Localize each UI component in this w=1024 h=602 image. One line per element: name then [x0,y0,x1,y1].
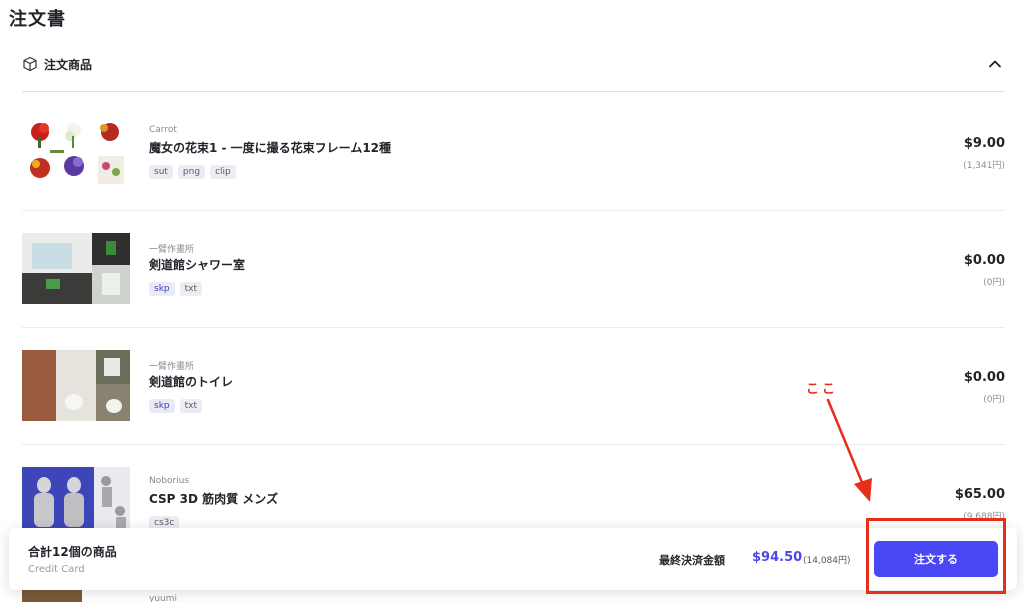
final-amount-yen: (14,084円) [803,556,851,566]
product-thumbnail[interactable] [22,233,130,304]
file-format-tag: skp [149,399,175,413]
file-format-tags: skp txt [149,399,203,413]
item-price: $0.00 [963,253,1005,268]
item-price: $0.00 [963,370,1005,385]
list-item: 一臂作畫所 剣道館シャワー室 skp txt $0.00 (0円) [22,211,1005,328]
file-format-tag: png [177,165,206,179]
final-amount: $94.50 [752,550,803,565]
order-items-section-header: 注文商品 [22,54,1005,92]
item-price: $65.00 [954,487,1005,502]
product-thumbnail[interactable] [22,116,130,187]
product-creator[interactable]: 一臂作畫所 [149,242,194,255]
section-title: 注文商品 [44,58,93,72]
file-format-tag: txt [179,282,203,296]
product-title[interactable]: 魔女の花束1 - 一度に撮る花束フレーム12種 [149,139,391,156]
product-title[interactable]: 剣道館のトイレ [149,373,233,390]
product-thumbnail[interactable] [22,590,82,602]
product-title[interactable]: 剣道館シャワー室 [149,256,245,273]
chevron-up-icon[interactable] [985,54,1005,74]
product-creator[interactable]: yuumi [149,594,177,602]
file-format-tag: clip [210,165,236,179]
item-price-yen: (1,341円) [963,161,1005,171]
product-creator[interactable]: Noborius [149,476,189,486]
annotation-label: ここ [806,382,839,397]
file-format-tags: sut png clip [149,165,236,179]
product-creator[interactable]: 一臂作畫所 [149,359,194,372]
place-order-button[interactable]: 注文する [874,541,998,577]
checkout-footer: 合計12個の商品 Credit Card 最終決済金額 $94.50 (14,0… [9,528,1017,590]
file-format-tags: skp txt [149,282,203,296]
item-price: $9.00 [963,136,1005,151]
payment-method: Credit Card [28,564,85,575]
list-item: 一臂作畫所 剣道館のトイレ skp txt $0.00 (0円) [22,328,1005,445]
list-item: yuumi [22,590,1005,602]
file-format-tag: skp [149,282,175,296]
total-items-label: 合計12個の商品 [28,545,117,559]
list-item: Carrot 魔女の花束1 - 一度に撮る花束フレーム12種 sut png c… [22,94,1005,211]
product-creator[interactable]: Carrot [149,125,177,135]
item-price-yen: (9,688円) [963,512,1005,522]
item-price-yen: (0円) [983,278,1005,288]
file-format-tag: sut [149,165,173,179]
final-amount-label: 最終決済金額 [659,554,725,567]
page-title: 注文書 [9,9,66,30]
box-icon [22,56,38,72]
product-thumbnail[interactable] [22,350,130,421]
file-format-tag: txt [179,399,203,413]
item-price-yen: (0円) [983,395,1005,405]
product-title[interactable]: CSP 3D 筋肉質 メンズ [149,490,278,507]
